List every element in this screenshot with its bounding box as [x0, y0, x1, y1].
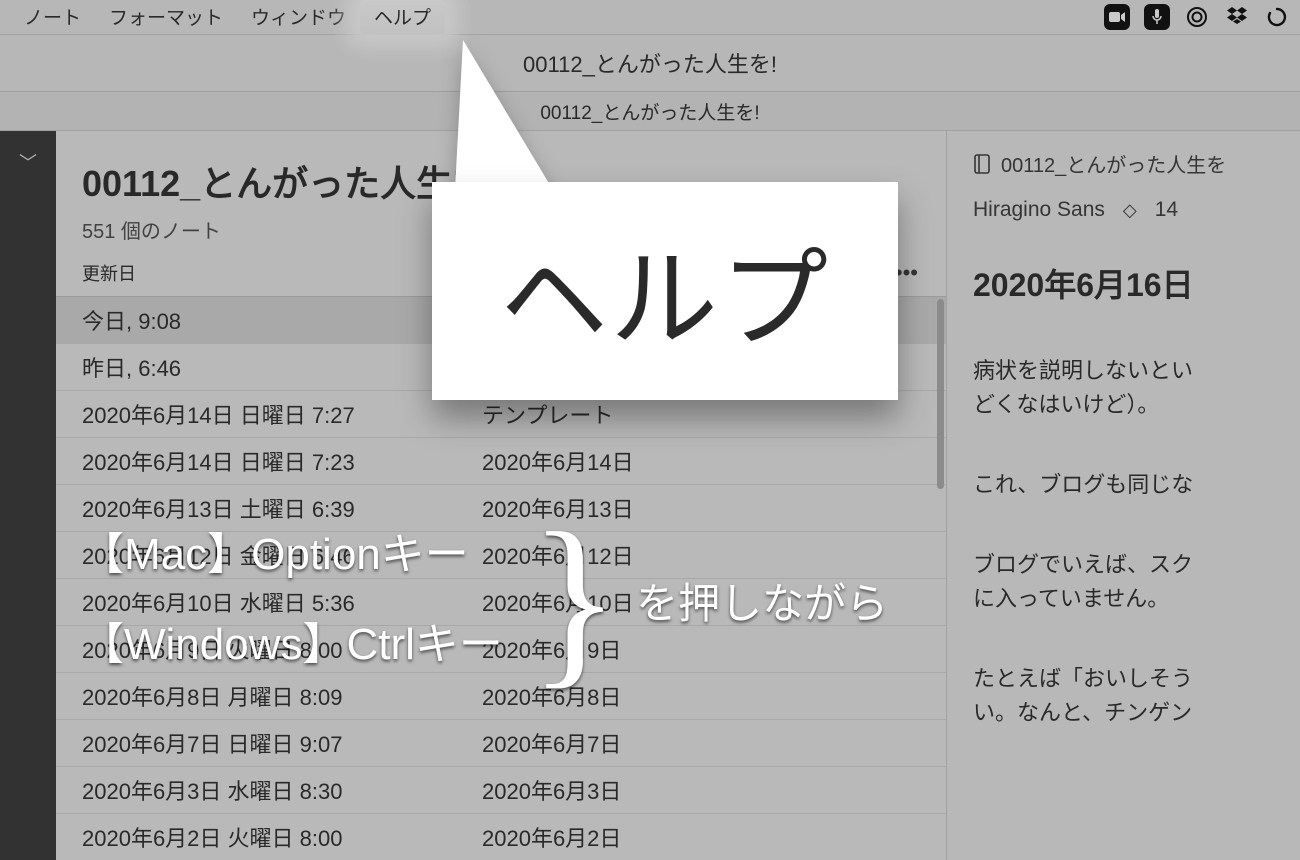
note-row[interactable]: 2020年6月3日 水曜日 8:302020年6月3日	[56, 767, 946, 814]
breadcrumb-text: 00112_とんがった人生を	[1001, 149, 1226, 178]
sort-by-label[interactable]: 更新日	[82, 260, 136, 286]
note-row-title: 2020年6月13日	[482, 492, 920, 524]
note-row[interactable]: 2020年6月2日 火曜日 8:002020年6月2日	[56, 814, 946, 860]
note-row-updated: 2020年6月14日 日曜日 7:23	[82, 445, 482, 477]
editor-column: 00112_とんがった人生を Hiragino Sans ◇ 14 2020年6…	[947, 131, 1300, 860]
note-row[interactable]: 2020年6月13日 土曜日 6:392020年6月13日	[56, 485, 946, 532]
note-row[interactable]: 2020年6月9日 火曜日 8:002020年6月9日	[56, 626, 946, 673]
window-title: 00112_とんがった人生を!	[523, 47, 777, 79]
menu-note[interactable]: ノート	[10, 0, 95, 34]
menu-help[interactable]: ヘルプ	[360, 0, 445, 34]
breadcrumb[interactable]: 00112_とんがった人生を	[973, 149, 1300, 178]
window-title-bar: 00112_とんがった人生を!	[0, 35, 1300, 92]
note-row-title: 2020年6月2日	[482, 821, 920, 853]
note-row-title: テンプレート	[482, 398, 920, 430]
note-row[interactable]: 2020年6月12日 金曜日 6:462020年6月12日	[56, 532, 946, 579]
note-row-updated: 2020年6月12日 金曜日 6:46	[82, 539, 482, 571]
note-row-title: 2020年6月9日	[482, 633, 920, 665]
help-callout: ヘルプ	[432, 182, 898, 400]
microphone-icon[interactable]	[1144, 4, 1170, 30]
callout-label: ヘルプ	[500, 213, 830, 369]
note-row-updated: 今日, 9:08	[82, 304, 482, 336]
font-name[interactable]: Hiragino Sans	[973, 198, 1105, 222]
camera-icon[interactable]	[1104, 4, 1130, 30]
note-row[interactable]: 2020年6月14日 日曜日 7:232020年6月14日	[56, 438, 946, 485]
menu-format[interactable]: フォーマット	[95, 0, 237, 34]
note-row-updated: 2020年6月9日 火曜日 8:00	[82, 633, 482, 665]
note-paragraph: たとえば「おいしそう い。なんと、チンゲン	[973, 662, 1300, 730]
note-paragraph: 病状を説明しないとい どくなはいけど）。	[973, 354, 1300, 422]
dropbox-icon[interactable]	[1224, 4, 1250, 30]
swirl-icon[interactable]	[1264, 4, 1290, 30]
chevron-down-icon: ﹀	[19, 149, 37, 860]
note-row-title: 2020年6月12日	[482, 539, 920, 571]
sidebar-collapse-strip[interactable]: ﹀	[0, 131, 56, 860]
scrollbar-thumb[interactable]	[937, 299, 944, 489]
note-row-title: 2020年6月10日	[482, 586, 920, 618]
note-row[interactable]: 2020年6月8日 月曜日 8:092020年6月8日	[56, 673, 946, 720]
note-row-updated: 2020年6月2日 火曜日 8:00	[82, 821, 482, 853]
font-stepper-icon[interactable]: ◇	[1123, 205, 1137, 215]
note-row-updated: 2020年6月3日 水曜日 8:30	[82, 774, 482, 806]
note-row-title: 2020年6月3日	[482, 774, 920, 806]
note-row-updated: 2020年6月7日 日曜日 9:07	[82, 727, 482, 759]
note-paragraph: これ、ブログも同じな	[973, 468, 1300, 502]
callout-pointer	[455, 40, 553, 190]
note-row-updated: 昨日, 6:46	[82, 351, 482, 383]
note-row-updated: 2020年6月8日 月曜日 8:09	[82, 680, 482, 712]
note-body[interactable]: 病状を説明しないとい どくなはいけど）。これ、ブログも同じなブログでいえば、スク…	[973, 354, 1300, 776]
font-size[interactable]: 14	[1155, 198, 1178, 222]
menu-window[interactable]: ウィンドウ	[237, 0, 360, 34]
note-row-title: 2020年6月8日	[482, 680, 920, 712]
tab-title[interactable]: 00112_とんがった人生を!	[540, 98, 759, 125]
note-row-updated: 2020年6月13日 土曜日 6:39	[82, 492, 482, 524]
note-row[interactable]: 2020年6月10日 水曜日 5:362020年6月10日	[56, 579, 946, 626]
note-row-title: 2020年6月7日	[482, 727, 920, 759]
note-row-updated: 2020年6月14日 日曜日 7:27	[82, 398, 482, 430]
spiral-icon[interactable]	[1184, 4, 1210, 30]
note-row-title: 2020年6月14日	[482, 445, 920, 477]
note-paragraph: ブログでいえば、スク に入っていません。	[973, 548, 1300, 616]
note-title[interactable]: 2020年6月16日	[973, 260, 1300, 306]
note-row[interactable]: 2020年6月7日 日曜日 9:072020年6月7日	[56, 720, 946, 767]
tab-bar: 00112_とんがった人生を!	[0, 92, 1300, 131]
more-options-icon[interactable]: •••	[895, 260, 918, 286]
note-row-updated: 2020年6月10日 水曜日 5:36	[82, 586, 482, 618]
notebook-icon	[973, 154, 991, 174]
menu-bar: ノート フォーマット ウィンドウ ヘルプ	[0, 0, 1300, 35]
